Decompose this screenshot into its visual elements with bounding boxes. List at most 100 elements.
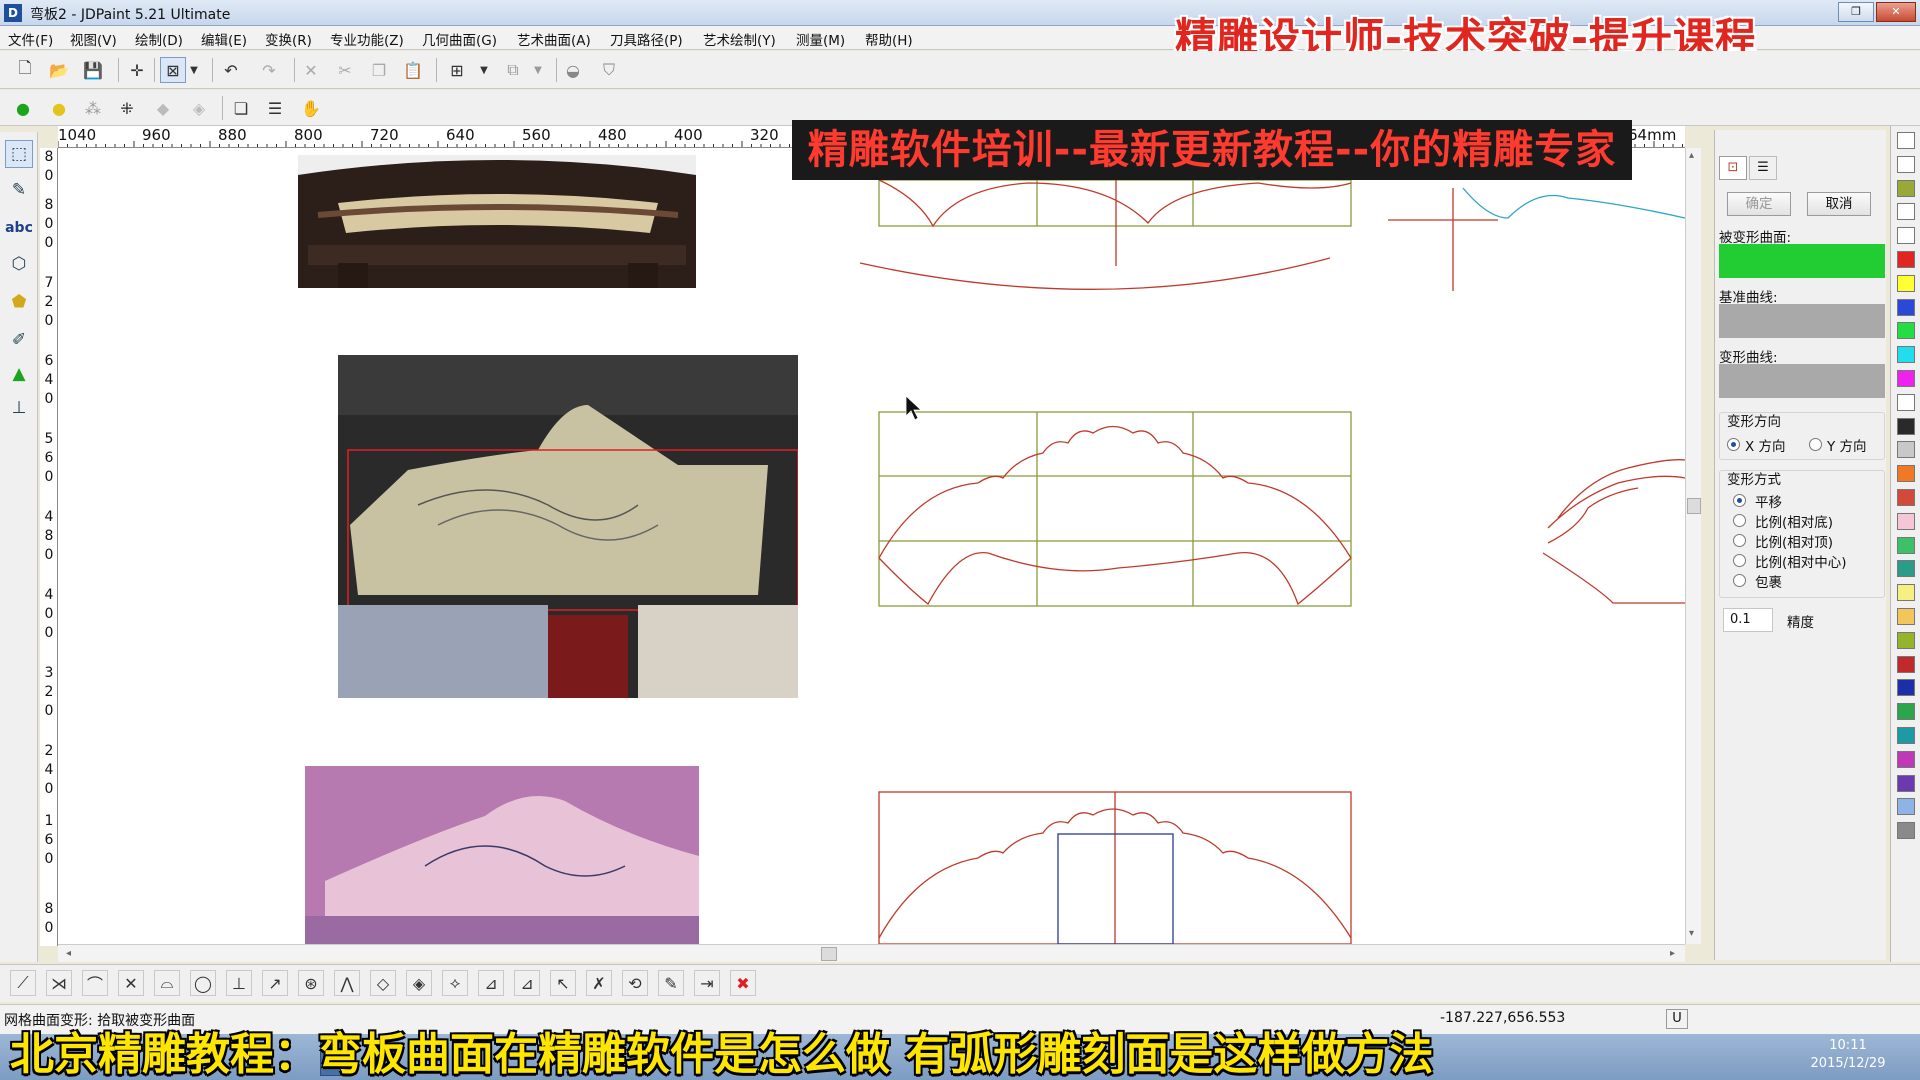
shade-icon[interactable]: ◒ (560, 57, 586, 83)
mode-wrap-radio[interactable] (1733, 574, 1746, 587)
nodes-icon[interactable]: ⁜ (114, 95, 140, 121)
document-icon[interactable]: ☰ (1749, 156, 1777, 180)
light-on-icon[interactable]: ● (10, 95, 36, 121)
extend-icon[interactable]: ⊿ (478, 970, 504, 996)
mode-translate-radio[interactable] (1733, 494, 1746, 507)
color-chip[interactable] (1897, 465, 1915, 483)
scroll-down-icon[interactable]: ▾ (1689, 928, 1694, 939)
menu-art-draw[interactable]: 艺术绘制(Y) (703, 29, 776, 49)
restore-button[interactable]: ❐ (1838, 2, 1874, 22)
text-tool-icon[interactable]: abc (5, 214, 33, 242)
mode-scale-center-radio[interactable] (1733, 554, 1746, 567)
crosshair-icon[interactable]: ✛ (124, 57, 150, 83)
base-curve-field[interactable] (1719, 304, 1885, 338)
arrow-back-icon[interactable]: ◆ (150, 95, 176, 121)
edit-node-icon[interactable]: ✎ (658, 970, 684, 996)
scroll-left-icon[interactable]: ◂ (66, 948, 71, 959)
angle-icon[interactable]: ⋀ (334, 970, 360, 996)
scroll-thumb[interactable] (1687, 498, 1701, 514)
color-chip[interactable] (1897, 798, 1915, 816)
hand-icon[interactable]: ✋ (298, 95, 324, 121)
menu-measure[interactable]: 测量(M) (796, 29, 845, 49)
diamond-x-icon[interactable]: ⟡ (442, 970, 468, 996)
line-icon[interactable]: ⟋ (10, 970, 36, 996)
color-chip[interactable] (1897, 251, 1915, 268)
color-chip[interactable] (1897, 274, 1915, 292)
dropdown-icon[interactable]: ▼ (186, 57, 202, 83)
multi-line-icon[interactable]: ⋊ (46, 970, 72, 996)
delete-icon[interactable]: ✕ (298, 57, 324, 83)
precision-input[interactable]: 0.1 (1723, 608, 1773, 632)
undo-icon[interactable]: ↶ (218, 57, 244, 83)
light-bulb-icon[interactable]: ● (46, 95, 72, 121)
transform-icon[interactable]: ⟲ (622, 970, 648, 996)
color-chip[interactable] (1897, 441, 1915, 459)
vertical-scrollbar[interactable]: ▴ ▾ (1685, 148, 1701, 944)
cube-icon[interactable]: ⬡ (5, 250, 33, 278)
color-chip[interactable] (1897, 370, 1915, 387)
snap-node-icon[interactable]: ⊛ (298, 970, 324, 996)
menu-draw[interactable]: 绘制(D) (135, 29, 183, 49)
dropdown-icon[interactable]: ▼ (530, 57, 546, 83)
select-window-icon[interactable]: ⊠ (160, 57, 186, 83)
join-icon[interactable]: ⇥ (694, 970, 720, 996)
dropdown-icon[interactable]: ▼ (476, 57, 492, 83)
trim-icon[interactable]: ✕ (118, 970, 144, 996)
bezier-pen-icon[interactable]: ✎ (5, 176, 33, 204)
color-chip[interactable] (1897, 179, 1915, 197)
color-chip[interactable] (1897, 774, 1915, 792)
copy-icon[interactable]: ❐ (366, 57, 392, 83)
scroll-up-icon[interactable]: ▴ (1689, 150, 1694, 161)
arc-icon[interactable]: ⌒ (82, 970, 108, 996)
menu-file[interactable]: 文件(F) (8, 29, 53, 49)
deform-curve-field[interactable] (1719, 364, 1885, 398)
color-chip[interactable] (1897, 631, 1915, 649)
color-chip[interactable] (1897, 132, 1915, 149)
color-chip[interactable] (1897, 346, 1915, 364)
color-chip[interactable] (1897, 822, 1915, 840)
arrow-forward-icon[interactable]: ◈ (186, 95, 212, 121)
tangent-icon[interactable]: ↗ (262, 970, 288, 996)
new-file-icon[interactable]: 🗋 (12, 57, 38, 83)
menu-professional[interactable]: 专业功能(Z) (330, 29, 404, 49)
color-chip[interactable] (1897, 489, 1915, 506)
direction-x-radio[interactable] (1727, 438, 1740, 451)
menu-toolpath[interactable]: 刀具路径(P) (610, 29, 683, 49)
grid-snap-icon[interactable]: ⊞ (444, 57, 470, 83)
bell-icon[interactable]: ▲ (5, 360, 33, 388)
knife-icon[interactable]: ✐ (5, 326, 33, 354)
grid-deform-icon[interactable]: ⊡ (1719, 156, 1747, 180)
menu-geometry-surface[interactable]: 几何曲面(G) (422, 29, 497, 49)
mode-scale-top-radio[interactable] (1733, 534, 1746, 547)
menu-help[interactable]: 帮助(H) (865, 29, 913, 49)
layers-icon[interactable]: ❏ (228, 95, 254, 121)
color-chip[interactable] (1897, 393, 1915, 411)
cut-icon[interactable]: ✂ (332, 57, 358, 83)
cancel-x-icon[interactable]: ✖ (730, 970, 756, 996)
color-chip[interactable] (1897, 203, 1915, 221)
redo-icon[interactable]: ↷ (256, 57, 282, 83)
color-chip[interactable] (1897, 417, 1915, 435)
circle-icon[interactable]: ◯ (190, 970, 216, 996)
color-chip[interactable] (1897, 679, 1915, 697)
pick-icon[interactable]: ↖ (550, 970, 576, 996)
drawing-canvas[interactable] (58, 148, 1685, 944)
color-chip[interactable] (1897, 750, 1915, 768)
color-chip[interactable] (1897, 322, 1915, 340)
list-icon[interactable]: ☰ (262, 95, 288, 121)
node-icon[interactable]: ⁂ (80, 95, 106, 121)
diamond-icon[interactable]: ◇ (370, 970, 396, 996)
fillet-icon[interactable]: ⌓ (154, 970, 180, 996)
shield-icon[interactable]: ⛉ (596, 57, 622, 83)
open-folder-icon[interactable]: 📂 (46, 57, 72, 83)
horizontal-scrollbar[interactable]: ◂ ▸ (58, 944, 1685, 962)
color-chip[interactable] (1897, 298, 1915, 316)
menu-view[interactable]: 视图(V) (70, 29, 117, 49)
polygon-tool-icon[interactable]: ⬟ (5, 288, 33, 316)
app-icon[interactable]: D (4, 4, 22, 22)
direction-y-radio[interactable] (1809, 438, 1822, 451)
save-icon[interactable]: 💾 (80, 57, 106, 83)
color-chip[interactable] (1897, 608, 1915, 625)
color-chip[interactable] (1897, 560, 1915, 578)
measure-icon[interactable]: ⊥ (5, 394, 33, 422)
